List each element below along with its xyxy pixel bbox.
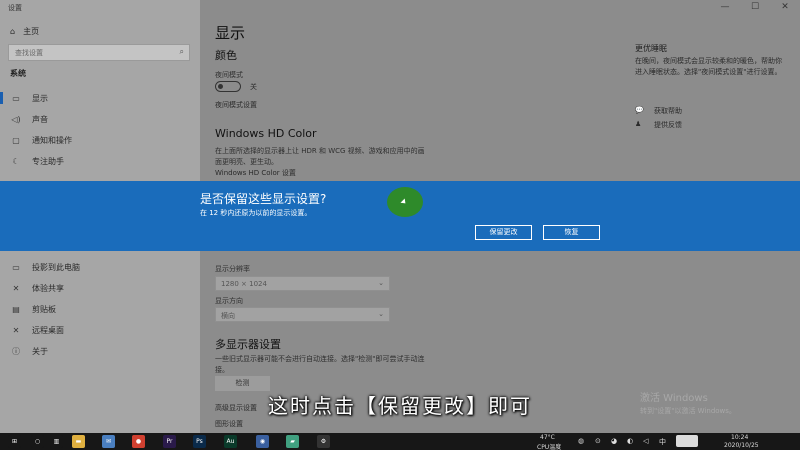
dialog-title: 是否保留这些显示设置? xyxy=(200,192,327,206)
photoshop-icon[interactable]: Ps xyxy=(193,435,206,448)
chrome-icon[interactable]: ● xyxy=(132,435,145,448)
search-input[interactable]: 查找设置 ⌕ xyxy=(8,44,190,61)
close-button[interactable]: ✕ xyxy=(770,0,800,14)
settings-icon[interactable]: ⚙ xyxy=(317,435,330,448)
sidebar-item-project[interactable]: ▭ 投影到此电脑 xyxy=(0,259,200,275)
sidebar-item-label: 剪贴板 xyxy=(32,304,56,314)
multi-display-desc: 一些旧式显示器可能不会进行自动连接。选择"检测"即可尝试手动连 xyxy=(215,355,425,363)
resolution-value: 1280 × 1024 xyxy=(221,280,267,288)
premiere-icon[interactable]: Pr xyxy=(163,435,176,448)
sidebar-item-about[interactable]: ⓘ 关于 xyxy=(0,343,200,359)
sidebar-item-label: 体验共享 xyxy=(32,283,64,293)
graphics-settings-link[interactable]: 图形设置 xyxy=(215,419,243,429)
get-help-link[interactable]: 获取帮助 xyxy=(654,106,682,116)
clock-date: 2020/10/25 xyxy=(724,442,759,449)
window-title: 设置 xyxy=(8,4,22,12)
orientation-select[interactable]: 横向 ⌄ xyxy=(215,307,390,322)
clock-time: 10:24 xyxy=(731,434,749,441)
sidebar-item-label: 关于 xyxy=(32,346,48,356)
shared-icon: ✕ xyxy=(12,283,20,293)
watermark-line-1: 激活 Windows xyxy=(640,393,708,404)
moon-icon: ☾ xyxy=(12,156,20,166)
weather-temp: 47°C xyxy=(540,434,555,441)
orientation-value: 横向 xyxy=(221,312,235,320)
sidebar-home-label: 主页 xyxy=(23,27,40,36)
speaker-icon: ◁) xyxy=(11,114,21,124)
dialog-countdown-text: 在 12 秒内还原为以前的显示设置。 xyxy=(200,209,312,217)
night-mode-settings-link[interactable]: 夜间模式设置 xyxy=(215,100,257,110)
orientation-label: 显示方向 xyxy=(215,297,243,305)
sidebar-item-label: 声音 xyxy=(32,114,48,124)
feedback-link[interactable]: 提供反馈 xyxy=(654,120,682,130)
sidebar-item-label: 远程桌面 xyxy=(32,325,64,335)
revert-button[interactable]: 恢复 xyxy=(543,225,600,240)
cpu-label: CPU温度 xyxy=(537,444,562,450)
hd-color-desc-2: 面更明亮、更生动。 xyxy=(215,158,278,166)
hd-color-heading: Windows HD Color xyxy=(215,127,317,140)
page-title: 显示 xyxy=(215,24,246,42)
sidebar-item-label: 专注助手 xyxy=(32,156,64,166)
taskbar: ⊞ ○ ▥ ▬ ✉ ● Pr Ps Au ◉ ▰ ⚙ 47°C CPU温度 ◍ ⊙ ◕ ◐ ◁ 中 1… xyxy=(0,433,800,450)
start-icon[interactable]: ⊞ xyxy=(8,435,21,448)
sidebar-item-label: 投影到此电脑 xyxy=(32,262,80,272)
home-icon: ⌂ xyxy=(10,27,16,36)
app-icon[interactable]: ◉ xyxy=(256,435,269,448)
night-mode-toggle[interactable] xyxy=(215,81,241,92)
info-icon: ⓘ xyxy=(12,346,20,356)
app-tray-icon[interactable]: ◐ xyxy=(627,437,633,445)
search-placeholder: 查找设置 xyxy=(15,49,43,57)
search-icon: ⌕ xyxy=(179,47,184,56)
audition-icon[interactable]: Au xyxy=(224,435,237,448)
sidebar-item-display[interactable]: ▭ 显示 xyxy=(0,90,200,106)
wechat-icon[interactable]: ◕ xyxy=(611,437,617,445)
app2-icon[interactable]: ▰ xyxy=(286,435,299,448)
search-icon[interactable]: ○ xyxy=(31,435,44,448)
chevron-down-icon: ⌄ xyxy=(378,310,384,318)
sidebar-item-clipboard[interactable]: ▤ 剪贴板 xyxy=(0,301,200,317)
keep-changes-button[interactable]: 保留更改 xyxy=(475,225,532,240)
task-view-icon[interactable]: ▥ xyxy=(50,435,63,448)
maximize-button[interactable]: ☐ xyxy=(740,0,770,14)
notification-icon: ▢ xyxy=(12,135,20,145)
detect-button[interactable]: 检测 xyxy=(215,376,270,391)
activation-watermark: 激活 Windows 转到"设置"以激活 Windows。 xyxy=(640,389,736,416)
sidebar-item-shared[interactable]: ✕ 体验共享 xyxy=(0,280,200,296)
record-icon[interactable]: ⊙ xyxy=(595,437,601,445)
hd-color-settings-link[interactable]: Windows HD Color 设置 xyxy=(215,168,296,178)
minimize-button[interactable]: — xyxy=(710,0,740,14)
sidebar-item-label: 通知和操作 xyxy=(32,135,72,145)
night-mode-label: 夜间模式 xyxy=(215,71,243,79)
sidebar-item-remote-desktop[interactable]: ✕ 远程桌面 xyxy=(0,322,200,338)
sidebar-section-title: 系统 xyxy=(10,69,26,78)
sidebar-item-focus-assist[interactable]: ☾ 专注助手 xyxy=(0,153,200,169)
monitor-icon: ▭ xyxy=(12,93,20,103)
multi-display-desc-2: 接。 xyxy=(215,366,229,374)
chevron-down-icon: ⌄ xyxy=(378,279,384,287)
right-panel-text: 在晚间，夜间模式会显示较柔和的暖色，帮助你进入睡眠状态。选择"夜间模式设置"进行… xyxy=(635,57,782,76)
volume-icon[interactable]: ◁ xyxy=(643,437,648,445)
input-method-icon[interactable]: 中 xyxy=(659,437,666,447)
watermark-line-2: 转到"设置"以激活 Windows。 xyxy=(640,407,736,415)
resolution-select[interactable]: 1280 × 1024 ⌄ xyxy=(215,276,390,291)
remote-icon: ✕ xyxy=(12,325,20,335)
right-panel-title: 更优睡眠 xyxy=(635,44,667,53)
project-icon: ▭ xyxy=(12,262,20,272)
file-explorer-icon[interactable]: ▬ xyxy=(72,435,85,448)
sidebar-item-label: 显示 xyxy=(32,93,48,103)
keyboard-icon[interactable] xyxy=(676,435,698,447)
clipboard-icon: ▤ xyxy=(12,304,20,314)
feedback-icon: ♟ xyxy=(635,120,642,128)
sidebar-item-sound[interactable]: ◁) 声音 xyxy=(0,111,200,127)
multi-display-heading: 多显示器设置 xyxy=(215,338,281,351)
sidebar-home[interactable]: ⌂ 主页 xyxy=(10,26,39,37)
sidebar-item-notifications[interactable]: ▢ 通知和操作 xyxy=(0,132,200,148)
mail-icon[interactable]: ✉ xyxy=(102,435,115,448)
night-mode-state: 关 xyxy=(250,83,257,91)
color-heading: 颜色 xyxy=(215,49,237,62)
help-icon: 💬 xyxy=(635,106,644,114)
resolution-label: 显示分辨率 xyxy=(215,265,250,273)
hd-color-desc: 在上面所选择的显示器上让 HDR 和 WCG 视频、游戏和应用中的画 xyxy=(215,147,425,155)
network-icon[interactable]: ◍ xyxy=(578,437,584,445)
